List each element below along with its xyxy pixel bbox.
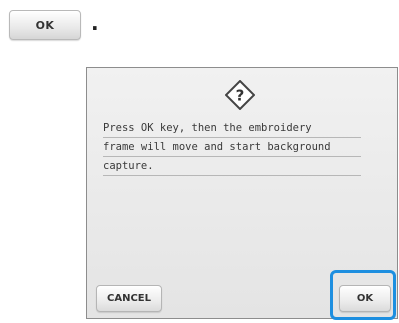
instruction-ok-key: OK: [9, 10, 81, 40]
ok-button[interactable]: OK: [339, 285, 391, 312]
instruction-period: .: [91, 11, 99, 35]
message-line-1: Press OK key, then the embroidery: [103, 119, 361, 138]
confirmation-dialog: ? Press OK key, then the embroidery fram…: [86, 67, 398, 320]
svg-text:?: ?: [236, 87, 245, 105]
page: OK . ? Press OK key, then the embroidery…: [0, 0, 399, 323]
question-mark-diamond-icon: ?: [224, 79, 256, 111]
message-line-3: capture.: [103, 157, 361, 176]
message-line-2: frame will move and start background: [103, 138, 361, 157]
cancel-button[interactable]: CANCEL: [96, 285, 162, 312]
